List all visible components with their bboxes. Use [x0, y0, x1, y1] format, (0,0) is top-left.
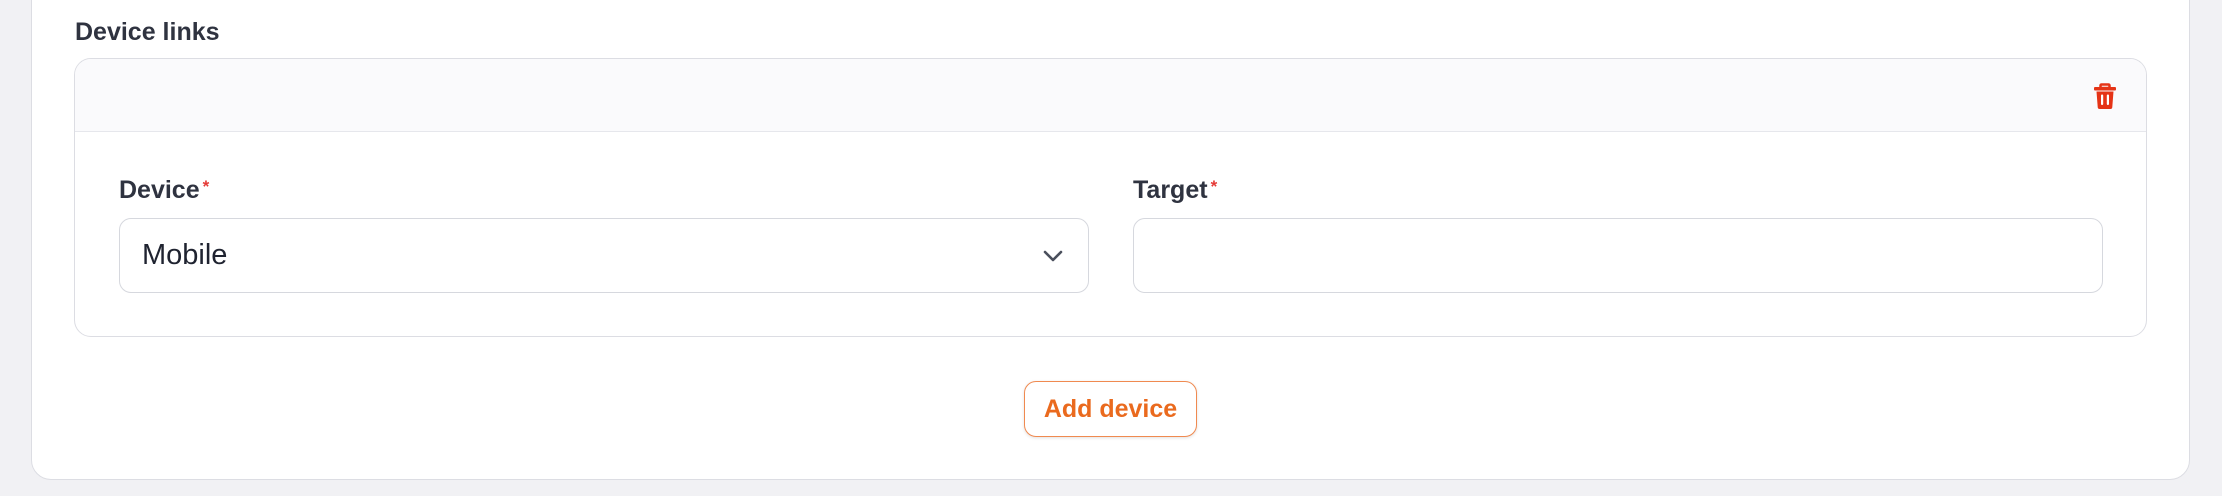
target-input[interactable] [1133, 218, 2103, 293]
device-label: Device * [119, 173, 209, 207]
required-marker: * [202, 177, 210, 196]
device-select-value: Mobile [142, 239, 228, 271]
delete-item-button[interactable] [2090, 81, 2120, 111]
add-device-button[interactable]: Add device [1024, 381, 1197, 437]
device-select[interactable]: Mobile [119, 218, 1089, 293]
device-link-item: Device * Mobile Target * [74, 58, 2147, 337]
item-header [75, 59, 2146, 132]
required-marker: * [1210, 177, 1218, 196]
device-label-text: Device [119, 176, 200, 204]
section-title: Device links [75, 18, 220, 46]
target-label-text: Target [1133, 176, 1208, 204]
target-label: Target * [1133, 173, 1217, 207]
chevron-down-icon [1043, 250, 1063, 262]
trash-icon [2094, 83, 2116, 109]
